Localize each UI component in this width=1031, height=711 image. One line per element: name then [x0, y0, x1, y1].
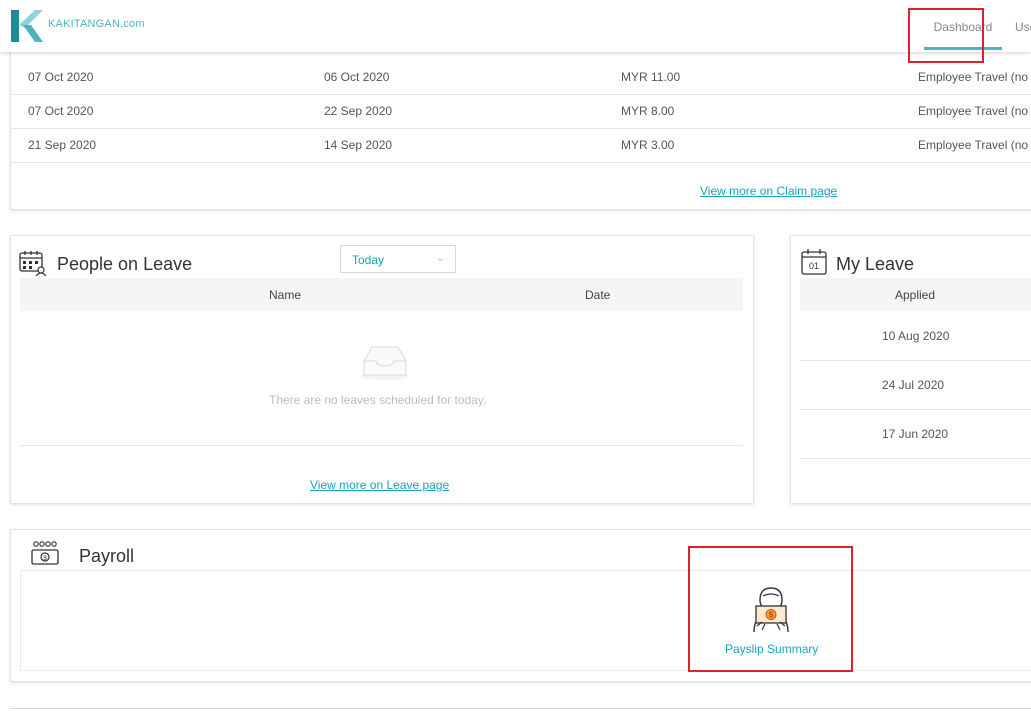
claim-submitted-date: 21 Sep 2020: [28, 138, 97, 152]
empty-inbox-icon: [361, 346, 409, 380]
brand-name[interactable]: KAKITANGAN.com: [48, 18, 145, 30]
highlight-box-payslip: [688, 546, 853, 672]
calendar-people-icon: [19, 251, 47, 276]
my-leave-title: My Leave: [836, 254, 915, 274]
list-item[interactable]: 17 Jun 2020: [800, 410, 1031, 459]
leave-applied-date: 24 Jul 2020: [882, 378, 945, 392]
table-row[interactable]: 07 Oct 2020 06 Oct 2020 MYR 11.00 Employ…: [10, 60, 1031, 95]
list-item[interactable]: 10 Aug 2020: [800, 312, 1031, 361]
claim-date: 06 Oct 2020: [324, 70, 390, 84]
divider: [20, 445, 743, 446]
top-header: KAKITANGAN.com Dashboard Users: [0, 0, 1031, 52]
empty-leave-message: There are no leaves scheduled for today.: [269, 393, 487, 407]
nav-tab-users[interactable]: Users: [1015, 8, 1031, 46]
leave-applied-date: 10 Aug 2020: [882, 329, 950, 343]
calendar-date-icon: 01: [801, 249, 827, 275]
chevron-down-icon: ⌄: [435, 252, 445, 264]
column-header-name: Name: [269, 288, 302, 302]
table-row[interactable]: 07 Oct 2020 22 Sep 2020 MYR 8.00 Employe…: [10, 94, 1031, 129]
claim-date: 14 Sep 2020: [324, 138, 393, 152]
calendar-date-number: 01: [809, 261, 819, 271]
payroll-money-icon: $: [31, 541, 59, 565]
claim-submitted-date: 07 Oct 2020: [28, 104, 94, 118]
claim-type: Employee Travel (no: [918, 70, 1029, 84]
claim-type: Employee Travel (no: [918, 138, 1029, 152]
claim-submitted-date: 07 Oct 2020: [28, 70, 94, 84]
my-leave-table-header: Applied: [800, 278, 1031, 311]
column-header-applied: Applied: [895, 288, 936, 302]
claim-type: Employee Travel (no: [918, 104, 1029, 118]
highlight-box-dashboard: [908, 8, 984, 63]
view-more-leave-link[interactable]: View more on Leave page: [310, 478, 449, 492]
leave-applied-date: 17 Jun 2020: [882, 427, 949, 441]
people-on-leave-table-header: Name Date: [20, 278, 743, 311]
table-row[interactable]: 21 Sep 2020 14 Sep 2020 MYR 3.00 Employe…: [10, 128, 1031, 163]
payroll-title: Payroll: [79, 546, 135, 566]
kakitangan-logo-icon[interactable]: [9, 8, 45, 44]
claim-amount: MYR 3.00: [621, 138, 675, 152]
column-header-date: Date: [585, 288, 611, 302]
leave-period-value: Today: [352, 253, 385, 267]
claim-amount: MYR 11.00: [621, 70, 681, 84]
people-on-leave-title: People on Leave: [57, 254, 193, 274]
payroll-panel: [20, 570, 1031, 671]
leave-period-select[interactable]: Today ⌄: [340, 245, 456, 273]
bottom-divider: [10, 708, 1031, 709]
view-more-claim-link[interactable]: View more on Claim page: [700, 184, 837, 198]
list-item[interactable]: 24 Jul 2020: [800, 361, 1031, 410]
claim-date: 22 Sep 2020: [324, 104, 393, 118]
claim-amount: MYR 8.00: [621, 104, 675, 118]
